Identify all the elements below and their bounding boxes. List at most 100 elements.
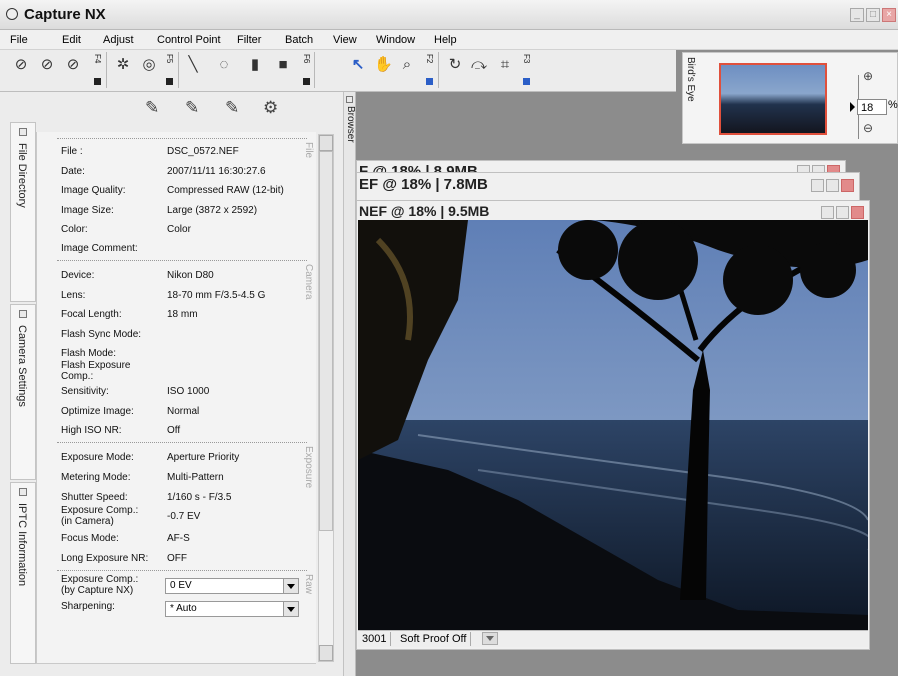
zoom-icon[interactable]: ⌕: [398, 56, 416, 74]
row-label: Date:: [61, 166, 85, 177]
chevron-down-icon[interactable]: [283, 578, 299, 594]
toolbar-separator: [178, 52, 179, 88]
zoom-out-icon[interactable]: ⊖: [863, 121, 873, 135]
row-value: DSC_0572.NEF: [167, 146, 239, 157]
menu-filter[interactable]: Filter: [237, 34, 261, 46]
fkey-f6-dropdown-icon[interactable]: [303, 78, 310, 85]
birds-eye-panel: Bird's Eye ⊕ 18 % ⊖: [682, 52, 898, 144]
row-label: Sensitivity:: [61, 386, 109, 397]
fkey-f5-dropdown-icon[interactable]: [166, 78, 173, 85]
exposure-comp-value: 0 EV: [170, 580, 192, 591]
zoom-value-field[interactable]: 18: [857, 99, 887, 115]
tab-iptc-information[interactable]: IPTC Information: [10, 482, 36, 664]
doc-close-button[interactable]: [841, 179, 854, 192]
tab-file-directory[interactable]: File Directory: [10, 122, 36, 302]
exposure-comp-select[interactable]: 0 EV: [165, 578, 299, 594]
zoom-slider-handle-icon[interactable]: [850, 102, 855, 112]
zoom-in-icon[interactable]: ⊕: [863, 69, 873, 83]
red-eye-brush-icon[interactable]: ⊘: [38, 56, 56, 74]
section-separator: [57, 570, 307, 571]
soft-proof-status: Soft Proof Off: [396, 632, 472, 646]
document-status-bar: 3001 Soft Proof Off: [358, 630, 868, 647]
row-label: Image Size:: [61, 205, 114, 216]
toolbar-separator: [314, 52, 315, 88]
selection-brush-icon[interactable]: ╲: [184, 56, 202, 74]
gradient-icon[interactable]: ▮: [246, 56, 264, 74]
tab-camera-settings-label: Camera Settings: [16, 325, 28, 407]
row-value: Aperture Priority: [167, 452, 240, 463]
row-value: 1/160 s - F/3.5: [167, 492, 232, 503]
panel-action-icons: ✎ ✎ ✎ ⚙: [145, 98, 325, 122]
maximize-button[interactable]: □: [866, 8, 880, 22]
sharpening-select[interactable]: * Auto: [165, 601, 299, 617]
fkey-f4-dropdown-icon[interactable]: [94, 78, 101, 85]
photo-canvas[interactable]: [358, 220, 868, 630]
section-label-exposure: Exposure: [303, 446, 314, 489]
copy-metadata-icon[interactable]: ✎: [225, 98, 239, 118]
control-point-icon[interactable]: ◎: [140, 56, 158, 74]
row-label: Flash Sync Mode:: [61, 329, 142, 340]
crop-icon[interactable]: ⌗: [496, 56, 514, 74]
row-label: Exposure Comp.: (by Capture NX): [61, 574, 139, 596]
info-panel: ✎ ✎ ✎ ⚙ File Directory Camera Settings I…: [0, 92, 344, 676]
app-titlebar: Capture NX _ □ ×: [0, 0, 898, 30]
doc-maximize-button[interactable]: [836, 206, 849, 219]
lasso-icon[interactable]: ◌: [215, 56, 233, 74]
metadata-list: File File : DSC_0572.NEF Date: 2007/11/1…: [36, 132, 316, 664]
straighten-icon[interactable]: ⤼: [470, 56, 488, 74]
tab-file-directory-label: File Directory: [16, 143, 28, 208]
app-title: Capture NX: [24, 6, 106, 23]
sharpening-value: * Auto: [170, 603, 197, 614]
doc-close-button[interactable]: [851, 206, 864, 219]
menu-batch[interactable]: Batch: [285, 34, 313, 46]
minimize-button[interactable]: _: [850, 8, 864, 22]
scroll-up-button[interactable]: [319, 135, 333, 151]
birds-eye-label: Bird's Eye: [685, 57, 696, 102]
color-point-icon[interactable]: ✲: [114, 56, 132, 74]
menu-adjust[interactable]: Adjust: [103, 34, 134, 46]
fkey-f2-dropdown-icon[interactable]: [426, 78, 433, 85]
export-icon[interactable]: ✎: [145, 98, 159, 118]
close-button[interactable]: ×: [882, 8, 896, 22]
scroll-thumb[interactable]: [319, 151, 333, 531]
row-label: Lens:: [61, 290, 86, 301]
menu-help[interactable]: Help: [434, 34, 457, 46]
browser-panel-tab[interactable]: Browser: [344, 92, 356, 676]
row-label: Sharpening:: [61, 601, 115, 612]
info-scrollbar[interactable]: [318, 134, 334, 662]
row-value: 18-70 mm F/3.5-4.5 G: [167, 290, 266, 301]
fill-icon[interactable]: ■: [274, 56, 292, 74]
doc-minimize-button[interactable]: [821, 206, 834, 219]
settings-gear-icon[interactable]: ⚙: [263, 98, 278, 118]
direct-select-icon[interactable]: ↖: [349, 56, 367, 74]
red-eye-icon[interactable]: ⊘: [12, 56, 30, 74]
scroll-down-button[interactable]: [319, 645, 333, 661]
doc-minimize-button[interactable]: [811, 179, 824, 192]
tab-camera-settings-icon: [19, 310, 27, 318]
row-label: Image Comment:: [61, 243, 138, 254]
hand-icon[interactable]: ✋: [374, 56, 393, 74]
row-value: Compressed RAW (12-bit): [167, 185, 284, 196]
edit-metadata-icon[interactable]: ✎: [185, 98, 199, 118]
doc-maximize-button[interactable]: [826, 179, 839, 192]
rotate-icon[interactable]: ↻: [446, 56, 464, 74]
menu-bar: File Edit Adjust Control Point Filter Ba…: [0, 30, 898, 50]
menu-file[interactable]: File: [10, 34, 28, 46]
browser-tab-icon: [346, 96, 353, 103]
birds-eye-thumbnail[interactable]: [719, 63, 827, 135]
status-left: 3001: [358, 632, 392, 646]
menu-window[interactable]: Window: [376, 34, 415, 46]
red-eye-eraser-icon[interactable]: ⊘: [64, 56, 82, 74]
menu-control-point[interactable]: Control Point: [157, 34, 221, 46]
document-title: NEF @ 18% | 9.5MB: [359, 203, 490, 219]
menu-edit[interactable]: Edit: [62, 34, 81, 46]
row-label: Flash Mode:: [61, 348, 117, 359]
chevron-down-icon[interactable]: [283, 601, 299, 617]
soft-proof-dropdown[interactable]: [482, 632, 498, 645]
tab-camera-settings[interactable]: Camera Settings: [10, 304, 36, 480]
row-value: Nikon D80: [167, 270, 214, 281]
zoom-unit-label: %: [888, 99, 898, 111]
fkey-f3-dropdown-icon[interactable]: [523, 78, 530, 85]
menu-view[interactable]: View: [333, 34, 357, 46]
row-value: Normal: [167, 406, 200, 417]
